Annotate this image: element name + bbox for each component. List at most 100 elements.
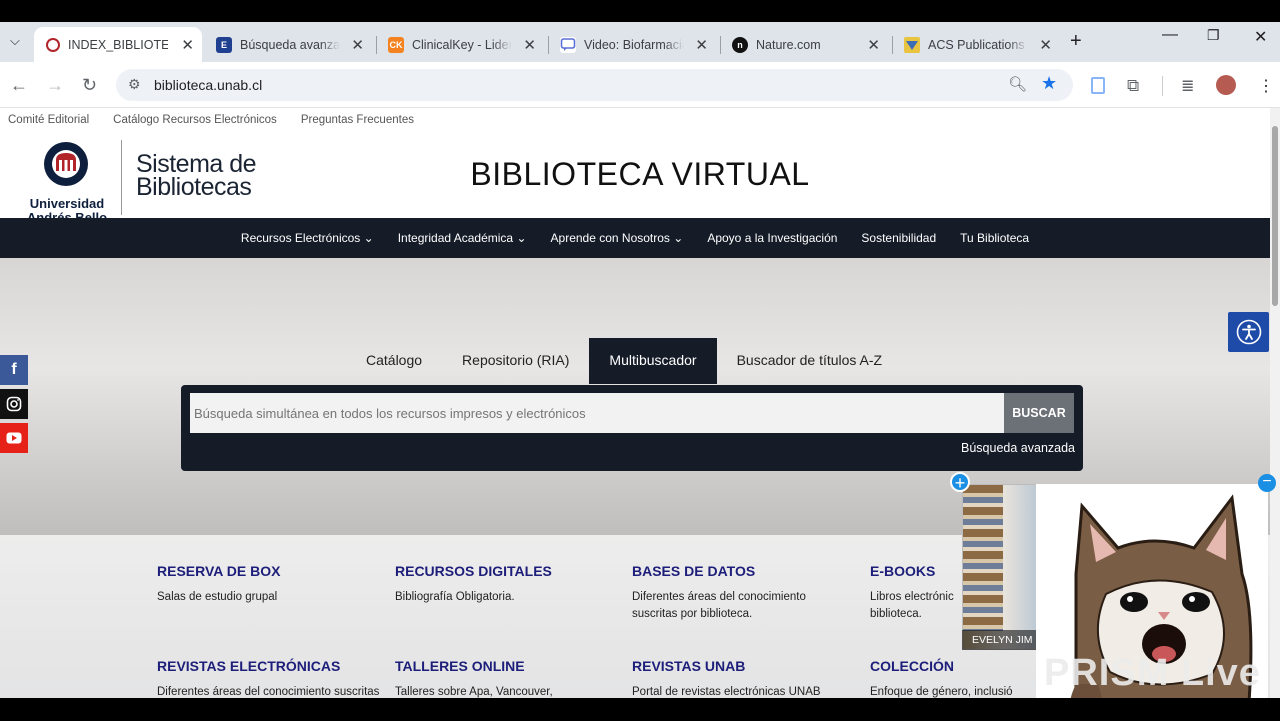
- chevron-down-icon: ⌄: [673, 231, 684, 245]
- card-title: RECURSOS DIGITALES: [395, 563, 552, 579]
- overlay-minimize-icon[interactable]: −: [1258, 474, 1276, 492]
- close-icon[interactable]: ✕: [1039, 36, 1052, 54]
- card-bases-datos[interactable]: BASES DE DATOS Diferentes áreas del cono…: [632, 563, 837, 623]
- tab-label: Búsqueda avanzada: [240, 37, 340, 52]
- card-coleccion[interactable]: COLECCIÓN Enfoque de género, inclusió: [870, 658, 1035, 698]
- tab-catalogo[interactable]: Catálogo: [346, 338, 442, 384]
- card-title: BASES DE DATOS: [632, 563, 756, 579]
- reload-icon[interactable]: ↻: [82, 75, 97, 96]
- bookmark-star-icon[interactable]: ★: [1041, 73, 1057, 94]
- screen-top-border: [0, 0, 1280, 22]
- webcam-overlay: [962, 484, 1038, 650]
- restore-icon[interactable]: ❐: [1207, 27, 1220, 44]
- address-bar[interactable]: ⚙ biblioteca.unab.cl 🔍︎ ★: [116, 69, 1073, 101]
- logo-line-1: Universidad: [29, 196, 105, 211]
- forward-arrow-icon[interactable]: →: [46, 75, 64, 96]
- scrollbar-thumb[interactable]: [1272, 126, 1278, 306]
- unab-favicon-icon: [46, 37, 60, 52]
- card-ebooks[interactable]: E-BOOKS Libros electrónic biblioteca.: [870, 563, 965, 623]
- tab-search-chevron-icon[interactable]: ⌵: [10, 33, 20, 49]
- utility-links: Comité Editorial Catálogo Recursos Elect…: [8, 114, 414, 126]
- window-close-icon[interactable]: ✕: [1254, 27, 1267, 47]
- site-info-icon[interactable]: ⚙: [128, 76, 141, 93]
- document-extension-icon[interactable]: [1091, 77, 1105, 94]
- util-link-preguntas[interactable]: Preguntas Frecuentes: [301, 114, 414, 126]
- profile-avatar[interactable]: [1216, 75, 1236, 95]
- tab-nature[interactable]: n Nature.com ✕: [720, 27, 888, 62]
- tab-label: INDEX_BIBLIOTECA: [68, 37, 168, 52]
- card-desc: Libros electrónic biblioteca.: [870, 591, 954, 620]
- card-recursos-digitales[interactable]: RECURSOS DIGITALES Bibliografía Obligato…: [395, 563, 625, 606]
- overlay-add-icon[interactable]: +: [950, 472, 970, 492]
- card-title: TALLERES ONLINE: [395, 658, 525, 674]
- url-text[interactable]: biblioteca.unab.cl: [154, 77, 262, 93]
- kebab-menu-icon[interactable]: ⋮: [1258, 76, 1274, 96]
- card-title: RESERVA DE BOX: [157, 563, 281, 579]
- extensions-puzzle-icon[interactable]: ⧉: [1127, 76, 1139, 96]
- close-icon[interactable]: ✕: [695, 36, 708, 54]
- accessibility-icon: [1236, 319, 1261, 345]
- tab-index-biblioteca[interactable]: INDEX_BIBLIOTECA ✕: [34, 27, 202, 62]
- card-reserva-box[interactable]: RESERVA DE BOX Salas de estudio grupal: [157, 563, 387, 606]
- card-title: REVISTAS ELECTRÓNICAS: [157, 658, 341, 674]
- tab-repositorio[interactable]: Repositorio (RIA): [442, 338, 589, 384]
- minimize-icon[interactable]: —: [1162, 26, 1178, 44]
- close-icon[interactable]: ✕: [867, 36, 880, 54]
- facebook-icon[interactable]: f: [0, 355, 28, 385]
- nav-recursos-electronicos[interactable]: Recursos Electrónicos ⌄: [241, 231, 374, 245]
- zoom-icon[interactable]: 🔍︎: [1008, 75, 1027, 93]
- nav-apoyo-investigacion[interactable]: Apoyo a la Investigación: [707, 231, 837, 245]
- tab-video-biofarmacia[interactable]: Video: Biofarmacia ✕: [548, 27, 716, 62]
- page-title: BIBLIOTECA VIRTUAL: [470, 156, 810, 192]
- instagram-icon[interactable]: [0, 389, 28, 419]
- accessibility-button[interactable]: [1228, 312, 1269, 352]
- nav-aprende[interactable]: Aprende con Nosotros ⌄: [551, 231, 684, 245]
- new-tab-plus-icon[interactable]: +: [1070, 30, 1082, 53]
- close-icon[interactable]: ✕: [351, 36, 364, 54]
- search-tabs: Catálogo Repositorio (RIA) Multibuscador…: [346, 338, 902, 384]
- video-chat-favicon-icon: [560, 36, 576, 53]
- tab-busqueda-avanzada[interactable]: E Búsqueda avanzada ✕: [204, 27, 372, 62]
- page-scrollbar[interactable]: [1270, 108, 1280, 698]
- nav-tu-biblioteca[interactable]: Tu Biblioteca: [960, 231, 1029, 245]
- tab-buscador-titulos[interactable]: Buscador de títulos A-Z: [717, 338, 903, 384]
- card-title: E-BOOKS: [870, 563, 936, 579]
- nav-label: Integridad Académica: [397, 231, 514, 245]
- nature-favicon-icon: n: [732, 36, 748, 53]
- card-desc: Enfoque de género, inclusió: [870, 686, 1013, 698]
- browser-toolbar: ← → ↻ ⚙ biblioteca.unab.cl 🔍︎ ★ ⧉ ≣ ⋮: [0, 62, 1280, 108]
- card-desc: Diferentes áreas del conocimiento suscri…: [157, 686, 380, 698]
- close-icon[interactable]: ✕: [181, 36, 194, 54]
- tab-multibuscador[interactable]: Multibuscador: [589, 338, 717, 384]
- advanced-search-link[interactable]: Búsqueda avanzada: [961, 441, 1075, 455]
- card-desc: Bibliografía Obligatoria.: [395, 591, 515, 603]
- card-title: COLECCIÓN: [870, 658, 954, 674]
- tab-label: ACS Publications |: [928, 37, 1028, 52]
- back-arrow-icon[interactable]: ←: [10, 75, 28, 96]
- tab-strip: ⌵ INDEX_BIBLIOTECA ✕ E Búsqueda avanzada…: [0, 22, 1280, 62]
- elsevier-favicon-icon: E: [216, 36, 232, 53]
- nav-integridad-academica[interactable]: Integridad Académica ⌄: [398, 231, 527, 245]
- card-title: REVISTAS UNAB: [632, 658, 746, 674]
- main-navigation: Recursos Electrónicos ⌄ Integridad Acadé…: [0, 218, 1270, 258]
- chevron-down-icon: ⌄: [516, 231, 527, 245]
- tab-acs-publications[interactable]: ACS Publications | ✕: [892, 27, 1060, 62]
- acs-favicon-icon: [904, 36, 920, 53]
- close-icon[interactable]: ✕: [523, 36, 536, 54]
- prism-live-watermark: PRISM Live: [1044, 652, 1261, 694]
- card-revistas-electronicas[interactable]: REVISTAS ELECTRÓNICAS Diferentes áreas d…: [157, 658, 387, 698]
- search-input[interactable]: [190, 393, 1004, 433]
- util-link-comite[interactable]: Comité Editorial: [8, 114, 89, 126]
- tab-clinicalkey[interactable]: CK ClinicalKey - Lidera ✕: [376, 27, 544, 62]
- nav-sostenibilidad[interactable]: Sostenibilidad: [861, 231, 936, 245]
- card-revistas-unab[interactable]: REVISTAS UNAB Portal de revistas electró…: [632, 658, 862, 698]
- search-button[interactable]: BUSCAR: [1004, 393, 1074, 433]
- util-link-catalogo[interactable]: Catálogo Recursos Electrónicos: [113, 114, 277, 126]
- bookshelf-image: [963, 485, 1003, 631]
- tab-label: Nature.com: [756, 37, 821, 52]
- media-queue-icon[interactable]: ≣: [1181, 76, 1194, 96]
- card-talleres-online[interactable]: TALLERES ONLINE Talleres sobre Apa, Vanc…: [395, 658, 595, 698]
- clinicalkey-favicon-icon: CK: [388, 36, 404, 53]
- youtube-icon[interactable]: [0, 423, 28, 453]
- nav-label: Aprende con Nosotros: [550, 231, 670, 245]
